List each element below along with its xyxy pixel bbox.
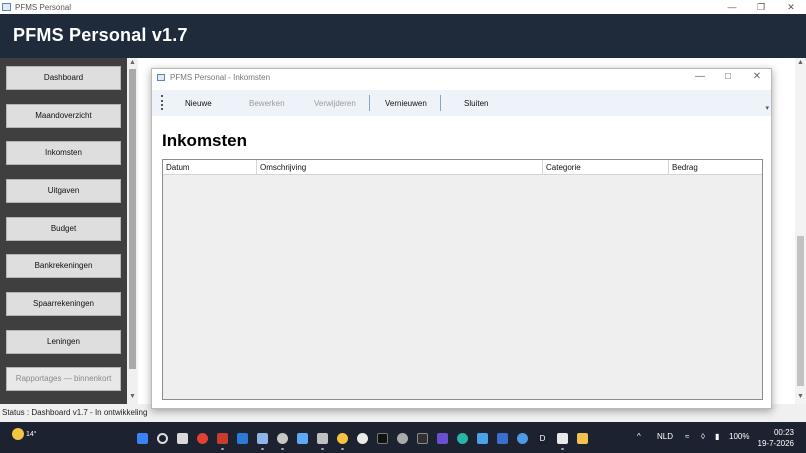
column-header-categorie[interactable]: Categorie (543, 160, 669, 175)
minimize-button[interactable]: — (717, 0, 747, 14)
app-header: PFMS Personal v1.7 (0, 14, 806, 58)
battery-percent: 100% (729, 432, 750, 441)
content-scrollbar[interactable]: ▲ ▼ (795, 58, 806, 404)
file-explorer-icon[interactable] (577, 433, 588, 444)
minimize-button[interactable]: — (693, 71, 707, 82)
sidebar: Dashboard Maandoverzicht Inkomsten Uitga… (0, 58, 127, 404)
maximize-button[interactable]: ❐ (746, 0, 776, 14)
chevron-up-icon[interactable]: ^ (637, 432, 641, 441)
battery-icon[interactable]: ▮ (715, 432, 719, 441)
content-scroll-thumb[interactable] (797, 236, 804, 386)
maximize-button[interactable]: □ (721, 71, 735, 82)
scroll-up-icon[interactable]: ▲ (129, 59, 136, 66)
app-window-icon (157, 74, 165, 81)
gmail-icon[interactable] (217, 433, 228, 444)
window-title: PFMS Personal (15, 2, 72, 12)
clock[interactable]: 00:23 19-7-2026 (758, 427, 794, 449)
child-window-titlebar: PFMS Personal - Inkomsten — □ ✕ (152, 69, 771, 87)
running-indicator (561, 448, 564, 450)
app-window-icon (2, 3, 11, 11)
visual-studio-icon[interactable] (437, 433, 448, 444)
clock-time: 00:23 (773, 428, 794, 437)
weather-icon (12, 428, 24, 440)
refresh-button[interactable]: Vernieuwen (385, 99, 427, 108)
status-text: Status : Dashboard v1.7 - In ontwikkelin… (2, 408, 148, 417)
scroll-up-icon[interactable]: ▲ (797, 59, 804, 66)
nav-inkomsten-button[interactable]: Inkomsten (6, 141, 121, 165)
onedrive-icon[interactable] (517, 433, 528, 444)
language-indicator[interactable]: NLD (657, 432, 673, 441)
close-button[interactable]: ✕ (750, 71, 764, 82)
edge-icon[interactable] (457, 433, 468, 444)
close-button[interactable]: ✕ (776, 0, 806, 14)
weather-temp: 14° (25, 430, 37, 438)
close-window-button[interactable]: Sluiten (464, 99, 488, 108)
outlook-icon[interactable] (237, 433, 248, 444)
running-indicator (321, 448, 324, 450)
clock-date: 19-7-2026 (757, 439, 794, 448)
running-indicator (261, 448, 264, 450)
new-button[interactable]: Nieuwe (185, 99, 212, 108)
column-header-bedrag[interactable]: Bedrag (669, 160, 762, 175)
volume-icon[interactable]: ◊ (701, 432, 705, 441)
toolbar-overflow-icon[interactable]: ▾ (765, 104, 769, 112)
wifi-icon[interactable]: ≈ (685, 432, 689, 441)
terminal-icon[interactable] (377, 433, 388, 444)
running-indicator (221, 448, 224, 450)
app-window-icon[interactable] (317, 433, 328, 444)
settings-icon[interactable] (277, 433, 288, 444)
mail-icon[interactable] (257, 433, 268, 444)
taskbar: 14° D ^ NLD ≈ ◊ ▮ 100% 00:23 19-7-2026 (0, 422, 806, 453)
lightbulb-icon[interactable] (337, 433, 348, 444)
nav-budget-button[interactable]: Budget (6, 217, 121, 241)
table-header: Datum Omschrijving Categorie Bedrag (163, 160, 762, 175)
running-indicator (341, 448, 344, 450)
weather-widget[interactable]: 14° (12, 428, 37, 440)
nav-uitgaven-button[interactable]: Uitgaven (6, 179, 121, 203)
child-window-title: PFMS Personal - Inkomsten (170, 73, 271, 82)
nav-bankrekeningen-button[interactable]: Bankrekeningen (6, 254, 121, 278)
photos-icon[interactable] (497, 433, 508, 444)
toolbar-separator (369, 95, 370, 111)
console-icon[interactable] (417, 433, 428, 444)
app-icon[interactable] (397, 433, 408, 444)
notepad-icon[interactable] (477, 433, 488, 444)
edit-button: Bewerken (249, 99, 285, 108)
d-app-icon[interactable]: D (537, 433, 548, 444)
window-titlebar: PFMS Personal — ❐ ✕ (0, 0, 806, 14)
inkomsten-window: PFMS Personal - Inkomsten — □ ✕ Nieuwe B… (151, 68, 772, 409)
chrome-icon[interactable] (197, 433, 208, 444)
delete-button: Verwijderen (314, 99, 356, 108)
toolbar-grip-icon[interactable] (161, 95, 163, 110)
start-icon[interactable] (137, 433, 148, 444)
github-icon[interactable] (357, 433, 368, 444)
inkomsten-table[interactable]: Datum Omschrijving Categorie Bedrag (162, 159, 763, 400)
search-icon[interactable] (157, 433, 168, 444)
copilot-icon[interactable] (297, 433, 308, 444)
nav-leningen-button[interactable]: Leningen (6, 330, 121, 354)
column-header-datum[interactable]: Datum (163, 160, 257, 175)
app-title: PFMS Personal v1.7 (13, 25, 188, 45)
scroll-down-icon[interactable]: ▼ (797, 393, 804, 400)
sidebar-scrollbar[interactable]: ▲ ▼ (127, 58, 138, 404)
sidebar-scroll-thumb[interactable] (129, 69, 136, 369)
scroll-down-icon[interactable]: ▼ (129, 393, 136, 400)
nav-rapportages-button: Rapportages — binnenkort (6, 367, 121, 391)
nav-spaarrekeningen-button[interactable]: Spaarrekeningen (6, 292, 121, 316)
toolbar: Nieuwe Bewerken Verwijderen Vernieuwen S… (152, 90, 771, 116)
pfms-app-icon[interactable] (557, 433, 568, 444)
nav-maandoverzicht-button[interactable]: Maandoverzicht (6, 104, 121, 128)
toolbar-separator (440, 95, 441, 111)
running-indicator (281, 448, 284, 450)
column-header-omschrijving[interactable]: Omschrijving (257, 160, 543, 175)
page-title: Inkomsten (162, 131, 248, 150)
task-view-icon[interactable] (177, 433, 188, 444)
nav-dashboard-button[interactable]: Dashboard (6, 66, 121, 90)
